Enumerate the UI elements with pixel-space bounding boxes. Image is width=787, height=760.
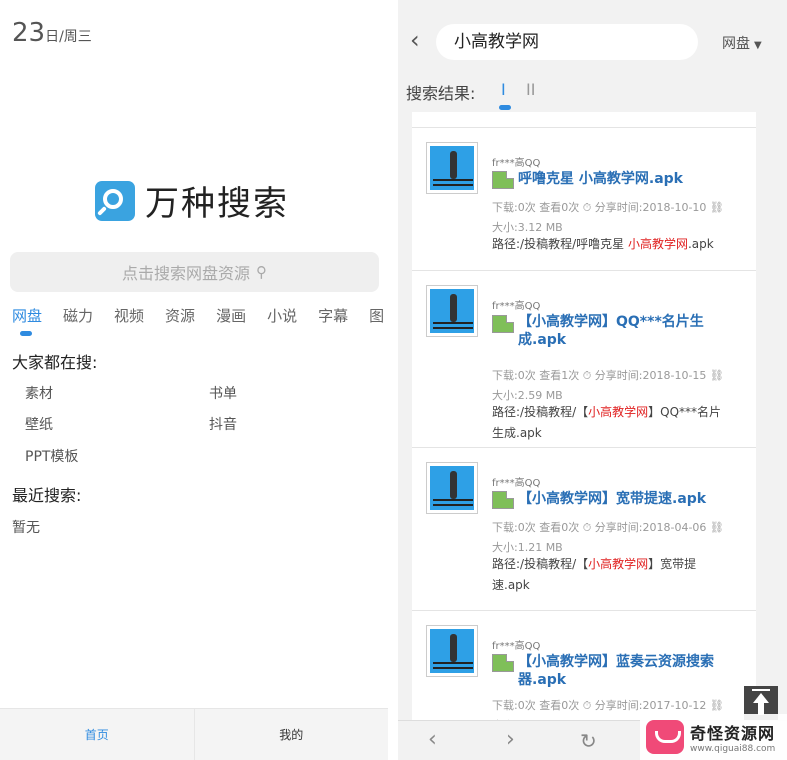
result-item[interactable]: fr***高QQ 呼噜克星 小高教学网.apk 下载:0次 查看0次 ⏱ 分享时… — [412, 127, 756, 270]
result-path: 路径:/投稿教程/【小高教学网】宽带提速.apk — [492, 554, 722, 596]
results-label: 搜索结果: — [406, 84, 476, 103]
result-thumbnail — [426, 625, 478, 677]
result-uploader: fr***高QQ — [492, 641, 541, 652]
result-title[interactable]: 呼噜克星 小高教学网.apk — [518, 170, 733, 188]
result-meta: 下载:0次 查看0次 ⏱ 分享时间:2018-04-06 ⛓ — [492, 521, 724, 534]
watermark-title: 奇怪资源网 — [690, 724, 776, 743]
nav-mine[interactable]: 我的 — [193, 709, 389, 760]
right-screen: ‹ 小高教学网 网盘 ▼ 搜索结果: I II fr***高QQ 呼噜克星 小高教… — [398, 0, 787, 760]
result-title[interactable]: 【小高教学网】QQ***名片生成.apk — [518, 313, 733, 349]
result-thumbnail — [426, 142, 478, 194]
tab-novel[interactable]: 小说 — [267, 305, 297, 326]
caret-down-icon: ▼ — [754, 40, 762, 51]
brand-name: 万种搜索 — [145, 184, 289, 224]
result-size: 大小:2.59 MB — [492, 389, 563, 402]
path-suffix: .apk — [687, 237, 714, 251]
brand: 万种搜索 — [95, 176, 289, 225]
path-prefix: 路径:/投稿教程/呼噜克星 — [492, 237, 628, 251]
page-tab-2[interactable]: II — [526, 80, 535, 99]
tab-resource[interactable]: 资源 — [165, 305, 195, 326]
result-uploader: fr***高QQ — [492, 478, 541, 489]
result-meta: 下载:0次 查看0次 ⏱ 分享时间:2018-10-10 ⛓ — [492, 201, 724, 214]
search-topbar: ‹ 小高教学网 网盘 ▼ — [398, 0, 787, 70]
chevron-right-icon[interactable]: › — [506, 727, 515, 752]
nav-home[interactable]: 首页 — [0, 709, 194, 760]
category-tabs: 网盘 磁力 视频 资源 漫画 小说 字幕 图 — [12, 305, 405, 326]
watermark-logo-icon — [646, 720, 684, 754]
hot-item[interactable]: 素材 — [25, 383, 53, 403]
refresh-icon[interactable]: ↻ — [580, 729, 597, 753]
results-header: 搜索结果: I II — [398, 78, 787, 112]
result-title[interactable]: 【小高教学网】蓝奏云资源搜索器.apk — [518, 653, 733, 689]
source-select[interactable]: 网盘 ▼ — [722, 33, 762, 53]
result-uploader: fr***高QQ — [492, 301, 541, 312]
result-path: 路径:/投稿教程/【小高教学网】QQ***名片生成.apk — [492, 402, 722, 444]
result-title[interactable]: 【小高教学网】宽带提速.apk — [518, 490, 733, 508]
app-logo-icon — [95, 180, 135, 221]
path-prefix: 路径:/投稿教程/【 — [492, 557, 589, 571]
tab-netdisk[interactable]: 网盘 — [12, 305, 42, 326]
left-screen: 23日/周三 万种搜索 点击搜索网盘资源 ⚲ 网盘 磁力 视频 资源 漫画 小说… — [0, 0, 390, 760]
hot-search-title: 大家都在搜: — [12, 353, 98, 372]
apk-file-icon — [492, 654, 514, 672]
result-uploader: fr***高QQ — [492, 158, 541, 169]
query-input[interactable]: 小高教学网 — [436, 24, 698, 60]
hot-item[interactable]: PPT模板 — [25, 446, 78, 466]
bottom-nav: 首页 我的 — [0, 708, 388, 760]
tab-image[interactable]: 图 — [369, 305, 384, 326]
tab-comic[interactable]: 漫画 — [216, 305, 246, 326]
result-meta: 下载:0次 查看0次 ⏱ 分享时间:2017-10-12 ⛓ — [492, 699, 724, 712]
page-tab-1[interactable]: I — [501, 80, 506, 99]
search-input[interactable]: 点击搜索网盘资源 ⚲ — [10, 252, 379, 292]
recent-empty: 暂无 — [12, 520, 40, 536]
result-path: 路径:/投稿教程/呼噜克星 小高教学网.apk — [492, 234, 722, 255]
back-icon[interactable]: ‹ — [410, 28, 420, 52]
tab-subtitle[interactable]: 字幕 — [318, 305, 348, 326]
tab-video[interactable]: 视频 — [114, 305, 144, 326]
result-thumbnail — [426, 285, 478, 337]
site-watermark: 奇怪资源网 www.qiguai88.com — [640, 714, 787, 760]
result-thumbnail — [426, 462, 478, 514]
path-highlight: 小高教学网 — [588, 557, 649, 571]
chevron-left-icon[interactable]: ‹ — [428, 727, 437, 752]
result-item[interactable]: fr***高QQ 【小高教学网】宽带提速.apk 下载:0次 查看0次 ⏱ 分享… — [412, 447, 756, 610]
hot-item[interactable]: 壁纸 — [25, 414, 53, 434]
results-list: fr***高QQ 呼噜克星 小高教学网.apk 下载:0次 查看0次 ⏱ 分享时… — [412, 112, 756, 726]
recent-search-title: 最近搜索: — [12, 486, 82, 505]
watermark-url: www.qiguai88.com — [690, 744, 776, 754]
path-prefix: 路径:/投稿教程/【 — [492, 405, 589, 419]
date-display: 23日/周三 — [12, 18, 92, 48]
source-label: 网盘 — [722, 36, 750, 52]
path-highlight: 小高教学网 — [627, 237, 688, 251]
hot-item[interactable]: 书单 — [209, 383, 237, 403]
result-size: 大小:1.21 MB — [492, 541, 563, 554]
path-highlight: 小高教学网 — [588, 405, 649, 419]
result-size: 大小:3.12 MB — [492, 221, 563, 234]
page-indicator — [499, 105, 511, 110]
apk-file-icon — [492, 171, 514, 189]
result-item[interactable]: fr***高QQ 【小高教学网】蓝奏云资源搜索器.apk 下载:0次 查看0次 … — [412, 610, 756, 726]
apk-file-icon — [492, 315, 514, 333]
hot-item[interactable]: 抖音 — [209, 414, 237, 434]
search-icon: ⚲ — [256, 263, 267, 281]
date-day: 23 — [12, 18, 46, 48]
result-item[interactable]: fr***高QQ 【小高教学网】QQ***名片生成.apk 下载:0次 查看1次… — [412, 270, 756, 447]
tab-magnet[interactable]: 磁力 — [63, 305, 93, 326]
search-placeholder: 点击搜索网盘资源 — [121, 264, 250, 283]
tab-indicator — [20, 331, 32, 336]
result-meta: 下载:0次 查看1次 ⏱ 分享时间:2018-10-15 ⛓ — [492, 369, 724, 382]
apk-file-icon — [492, 491, 514, 509]
date-weekday: 日/周三 — [45, 29, 92, 45]
